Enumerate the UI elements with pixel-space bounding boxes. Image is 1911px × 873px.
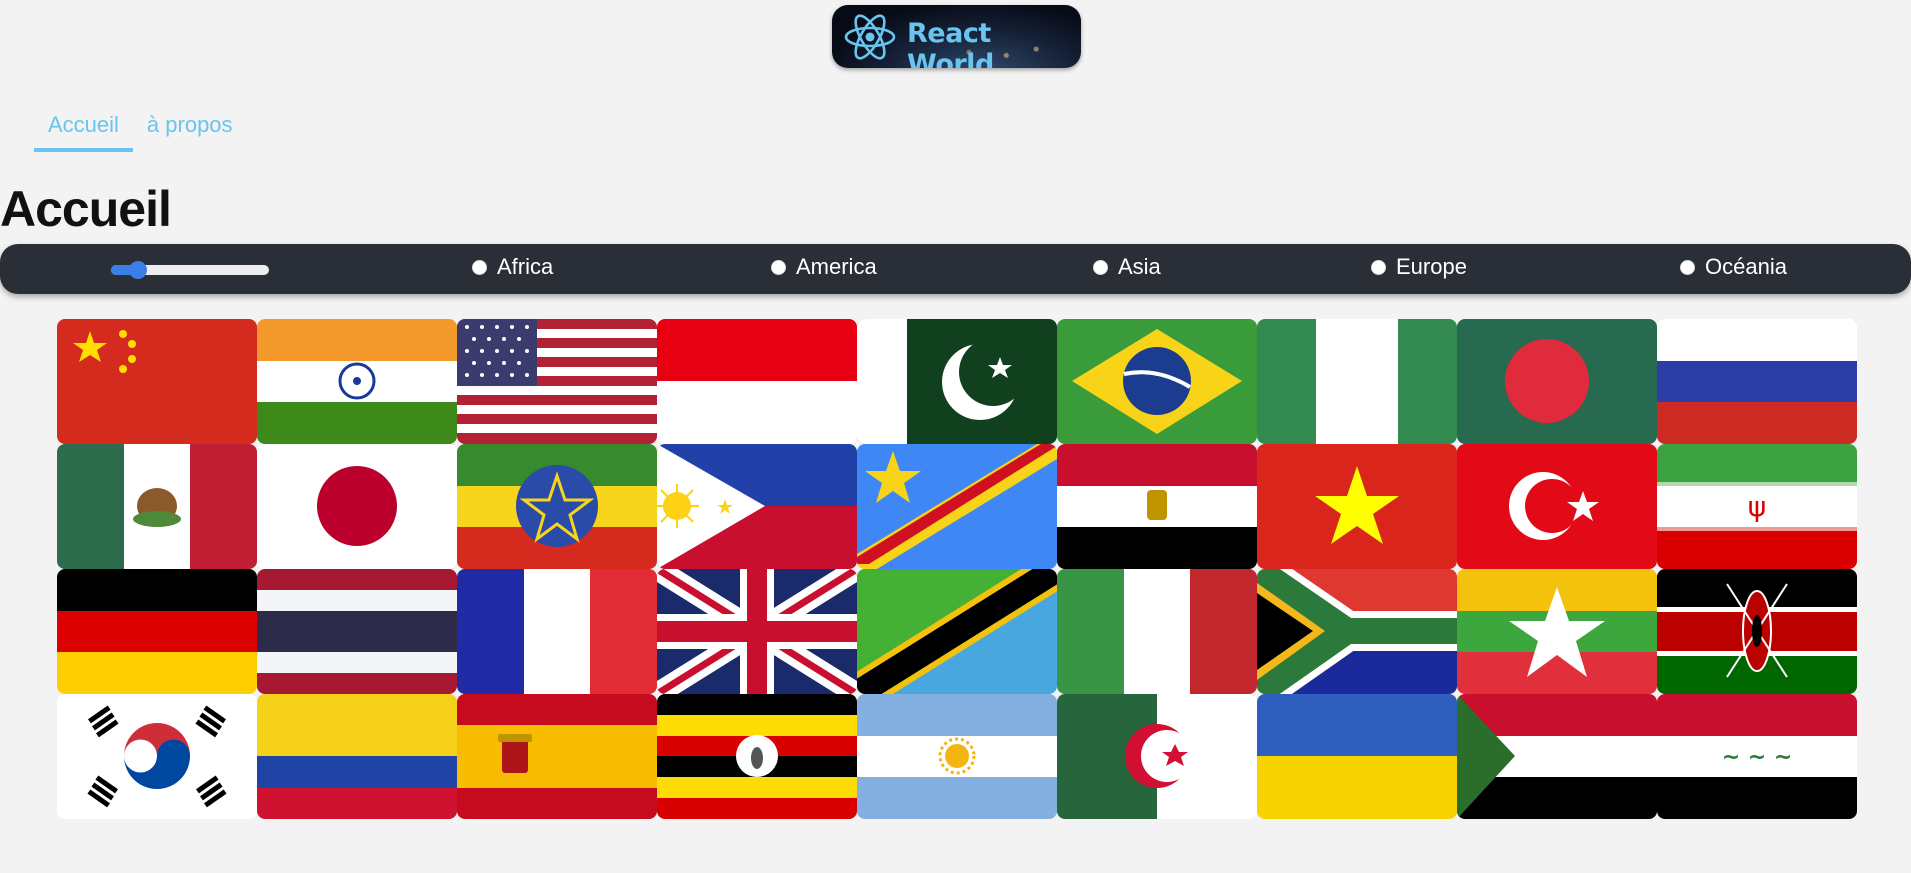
- china-flag[interactable]: [57, 319, 257, 444]
- radio-america[interactable]: America: [771, 254, 877, 280]
- radio-africa[interactable]: Africa: [472, 254, 553, 280]
- brazil-flag[interactable]: [1057, 319, 1257, 444]
- ethiopia-flag[interactable]: [457, 444, 657, 569]
- radio-europe[interactable]: Europe: [1371, 254, 1467, 280]
- japan-flag[interactable]: [257, 444, 457, 569]
- usa-flag[interactable]: [457, 319, 657, 444]
- react-world-logo[interactable]: React World: [832, 5, 1081, 68]
- germany-flag[interactable]: [57, 569, 257, 694]
- main-nav: Accueil à propos: [34, 112, 247, 152]
- myanmar-flag[interactable]: [1457, 569, 1657, 694]
- kenya-flag[interactable]: [1657, 569, 1857, 694]
- page-title: Accueil: [0, 181, 172, 237]
- iraq-flag[interactable]: ~ ~ ~: [1657, 694, 1857, 819]
- radio-dot[interactable]: [472, 259, 487, 275]
- radio-label: Europe: [1396, 254, 1467, 279]
- mexico-flag[interactable]: [57, 444, 257, 569]
- bangladesh-flag[interactable]: [1457, 319, 1657, 444]
- radio-oceania[interactable]: Océania: [1680, 254, 1787, 280]
- indonesia-flag[interactable]: [657, 319, 857, 444]
- colombia-flag[interactable]: [257, 694, 457, 819]
- egypt-flag[interactable]: [1057, 444, 1257, 569]
- svg-text:ψ: ψ: [1748, 490, 1766, 523]
- nigeria-flag[interactable]: [1257, 319, 1457, 444]
- radio-label: America: [796, 254, 877, 279]
- radio-label: Asia: [1118, 254, 1161, 279]
- react-atom-icon: [844, 14, 896, 60]
- radio-dot[interactable]: [771, 259, 786, 275]
- radio-dot[interactable]: [1371, 259, 1386, 275]
- radio-dot[interactable]: [1680, 259, 1695, 275]
- ukraine-flag[interactable]: [1257, 694, 1457, 819]
- nav-link-a-propos[interactable]: à propos: [133, 112, 247, 152]
- svg-text:~ ~ ~: ~ ~ ~: [1722, 745, 1793, 770]
- range-slider[interactable]: [111, 261, 269, 279]
- radio-label: Océania: [1705, 254, 1787, 279]
- vietnam-flag[interactable]: [1257, 444, 1457, 569]
- india-flag[interactable]: [257, 319, 457, 444]
- turkey-flag[interactable]: [1457, 444, 1657, 569]
- south-africa-flag[interactable]: [1257, 569, 1457, 694]
- spain-flag[interactable]: [457, 694, 657, 819]
- filter-bar: Africa America Asia Europe Océania: [0, 244, 1911, 294]
- thailand-flag[interactable]: [257, 569, 457, 694]
- united-kingdom-flag[interactable]: [657, 569, 857, 694]
- uganda-flag[interactable]: [657, 694, 857, 819]
- flags-grid: ψ ~ ~ ~: [57, 319, 1857, 819]
- sudan-flag[interactable]: [1457, 694, 1657, 819]
- argentina-flag[interactable]: [857, 694, 1057, 819]
- philippines-flag[interactable]: [657, 444, 857, 569]
- pakistan-flag[interactable]: [857, 319, 1057, 444]
- tanzania-flag[interactable]: [857, 569, 1057, 694]
- dr-congo-flag[interactable]: [857, 444, 1057, 569]
- france-flag[interactable]: [457, 569, 657, 694]
- radio-dot[interactable]: [1093, 259, 1108, 275]
- russia-flag[interactable]: [1657, 319, 1857, 444]
- south-korea-flag[interactable]: [57, 694, 257, 819]
- algeria-flag[interactable]: [1057, 694, 1257, 819]
- radio-label: Africa: [497, 254, 554, 279]
- iran-flag[interactable]: ψ: [1657, 444, 1857, 569]
- nav-link-accueil[interactable]: Accueil: [34, 112, 133, 152]
- slider-thumb[interactable]: [128, 261, 147, 279]
- logo-text: React World: [907, 18, 994, 68]
- radio-asia[interactable]: Asia: [1093, 254, 1161, 280]
- italy-flag[interactable]: [1057, 569, 1257, 694]
